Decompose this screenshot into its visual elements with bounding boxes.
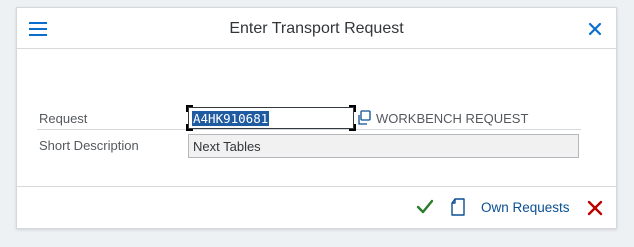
dialog-header: Enter Transport Request (17, 8, 616, 49)
transport-request-dialog: Enter Transport Request Request A4HK9106… (16, 7, 617, 229)
short-description-label: Short Description (39, 138, 139, 153)
short-description-field[interactable]: Next Tables (188, 134, 579, 158)
request-label: Request (39, 111, 88, 126)
cancel-icon[interactable] (587, 200, 603, 216)
value-help-icon[interactable] (356, 110, 372, 126)
short-description-row: Short Description Next Tables (37, 134, 581, 158)
close-icon[interactable] (588, 22, 602, 36)
dialog-footer: Own Requests (17, 186, 616, 228)
dialog-title: Enter Transport Request (229, 20, 404, 37)
own-requests-button[interactable]: Own Requests (481, 200, 570, 215)
request-type-text: WORKBENCH REQUEST (376, 111, 529, 126)
new-document-icon[interactable] (450, 198, 466, 216)
request-value: A4HK910681 (192, 111, 270, 126)
short-description-value: Next Tables (193, 139, 261, 154)
checkmark-icon[interactable] (416, 199, 434, 215)
request-input[interactable]: A4HK910681 (186, 105, 356, 131)
request-row: Request A4HK910681 WORKBENCH REQUEST (37, 105, 581, 131)
